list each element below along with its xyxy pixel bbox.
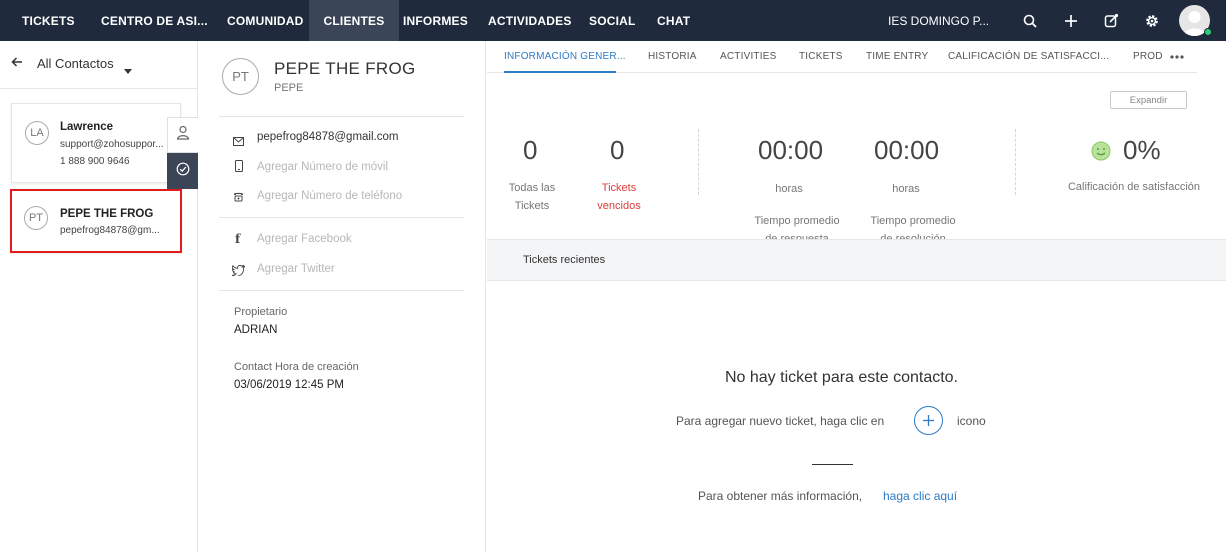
mobile-icon xyxy=(235,159,243,177)
list-header: All Contactos xyxy=(0,41,197,89)
nav-item-social[interactable]: SOCIAL xyxy=(589,0,636,41)
avg-resolution-unit: horas xyxy=(892,183,920,195)
metric-divider xyxy=(1015,129,1016,195)
satisfaction-percent: 0% xyxy=(1123,135,1161,165)
tab-satisfaction[interactable]: CALIFICACIÓN DE SATISFACCI... xyxy=(948,41,1109,72)
more-tabs-icon[interactable] xyxy=(1169,50,1185,68)
metric-divider xyxy=(698,129,699,195)
online-status-dot xyxy=(1204,28,1212,36)
divider xyxy=(219,290,464,291)
owner-value[interactable]: ADRIAN xyxy=(234,324,277,336)
add-ticket-hint: Para agregar nuevo ticket, haga clic en xyxy=(676,414,885,428)
contact-overview-panel: INFORMACIÓN GENER... HISTORIA ACTIVITIES… xyxy=(487,41,1226,552)
nav-item-tickets[interactable]: TICKETS xyxy=(22,0,75,41)
overdue-tickets-count: 0 xyxy=(610,135,625,165)
contact-phone: 1 888 900 9646 xyxy=(60,156,130,167)
tab-historia[interactable]: HISTORIA xyxy=(648,41,697,72)
plus-icon xyxy=(923,415,934,426)
contact-initials: PT xyxy=(24,206,48,230)
ticket-view-tab[interactable] xyxy=(167,153,198,189)
nav-item-comunidad[interactable]: COMUNIDAD xyxy=(227,0,303,41)
org-name[interactable]: IES DOMINGO P... xyxy=(888,0,989,41)
all-tickets-count: 0 xyxy=(523,135,538,165)
tab-tickets[interactable]: TICKETS xyxy=(799,41,843,72)
divider xyxy=(812,464,853,465)
mobile-number-input[interactable]: Agregar Número de móvil xyxy=(257,161,388,173)
contact-card-pepe-the-frog[interactable]: PT PEPE THE FROG pepefrog84878@gm... xyxy=(10,189,182,253)
more-info-link[interactable]: haga clic aquí xyxy=(883,489,957,503)
plus-icon[interactable] xyxy=(1057,0,1085,41)
contact-title: PEPE THE FROG xyxy=(274,59,416,78)
all-tickets-label: Todas las Tickets xyxy=(508,182,556,212)
avg-response-unit: horas xyxy=(775,183,803,195)
contact-avatar-initials: PT xyxy=(222,58,259,95)
tab-activities[interactable]: ACTIVITIES xyxy=(720,41,776,72)
gear-icon[interactable] xyxy=(1138,0,1166,41)
phone-number-input[interactable]: Agregar Número de teléfono xyxy=(257,190,402,202)
nav-item-centro-de-asi[interactable]: CENTRO DE ASI... xyxy=(101,0,208,41)
back-arrow-icon[interactable] xyxy=(11,55,23,73)
contact-email: pepefrog84878@gm... xyxy=(60,225,160,236)
nav-item-actividades[interactable]: ACTIVIDADES xyxy=(488,0,572,41)
contact-name: PEPE THE FROG xyxy=(60,208,154,220)
divider xyxy=(219,217,464,218)
add-ticket-button[interactable] xyxy=(914,406,943,435)
top-navigation: TICKETS CENTRO DE ASI... COMUNIDAD CLIENTES… xyxy=(0,0,1226,41)
owner-label: Propietario xyxy=(234,306,288,318)
empty-state-title: No hay ticket para este contacto. xyxy=(724,369,958,386)
twitter-icon xyxy=(231,263,246,281)
compose-icon[interactable] xyxy=(1097,0,1125,41)
detail-tabs: INFORMACIÓN GENER... HISTORIA ACTIVITIES… xyxy=(487,41,1197,73)
more-info-text: Para obtener más información, xyxy=(698,489,863,503)
contact-card-lawrence[interactable]: LA Lawrence support@zohosuppor... 1 888 … xyxy=(11,103,181,183)
contact-account: PEPE xyxy=(274,82,304,94)
contact-email: support@zohosuppor... xyxy=(60,139,164,150)
add-ticket-hint-suffix: icono xyxy=(957,414,986,428)
chevron-down-icon[interactable] xyxy=(124,61,132,79)
person-icon xyxy=(176,125,190,145)
contact-initials: LA xyxy=(25,121,49,145)
recent-tickets-label: Tickets recientes xyxy=(523,254,606,266)
contact-details-panel: PT PEPE THE FROG PEPE pepefrog84878@gmai… xyxy=(199,41,486,552)
tab-time-entry[interactable]: TIME ENTRY xyxy=(866,41,928,72)
divider xyxy=(219,116,464,117)
nav-item-informes[interactable]: INFORMES xyxy=(403,0,468,41)
telephone-icon xyxy=(233,189,244,207)
tab-products[interactable]: PROD xyxy=(1133,41,1163,72)
active-tab-indicator xyxy=(504,71,616,73)
mail-icon xyxy=(233,133,244,151)
twitter-input[interactable]: Agregar Twitter xyxy=(257,263,335,275)
check-circle-icon xyxy=(176,162,190,181)
created-label: Contact Hora de creación xyxy=(234,361,359,373)
nav-item-clientes[interactable]: CLIENTES xyxy=(309,0,399,41)
recent-tickets-header: Tickets recientes xyxy=(487,239,1226,281)
satisfaction-label: Calificación de satisfacción xyxy=(1067,181,1201,193)
tab-informacion-general[interactable]: INFORMACIÓN GENER... xyxy=(504,41,626,72)
contact-email-field[interactable]: pepefrog84878@gmail.com xyxy=(257,131,398,143)
search-icon[interactable] xyxy=(1016,0,1044,41)
smiley-icon xyxy=(1091,141,1111,166)
contact-name: Lawrence xyxy=(60,121,114,133)
contact-list-panel: All Contactos LA Lawrence support@zohosu… xyxy=(0,41,198,552)
avg-response-time: 00:00 xyxy=(758,135,824,165)
expand-button[interactable]: Expandir xyxy=(1110,91,1187,109)
created-value: 03/06/2019 12:45 PM xyxy=(234,379,344,391)
overdue-tickets-label[interactable]: Tickets vencidos xyxy=(589,179,649,215)
facebook-icon: f xyxy=(235,232,241,246)
avg-resolution-label: Tiempo promedio de resolución xyxy=(870,215,956,240)
avg-resolution-time: 00:00 xyxy=(874,135,940,165)
facebook-input[interactable]: Agregar Facebook xyxy=(257,233,352,245)
avg-response-label: Tiempo promedio de respuesta xyxy=(754,215,840,240)
contact-view-tab[interactable] xyxy=(167,117,198,153)
view-selector[interactable]: All Contactos xyxy=(37,56,114,71)
nav-item-chat[interactable]: CHAT xyxy=(657,0,690,41)
